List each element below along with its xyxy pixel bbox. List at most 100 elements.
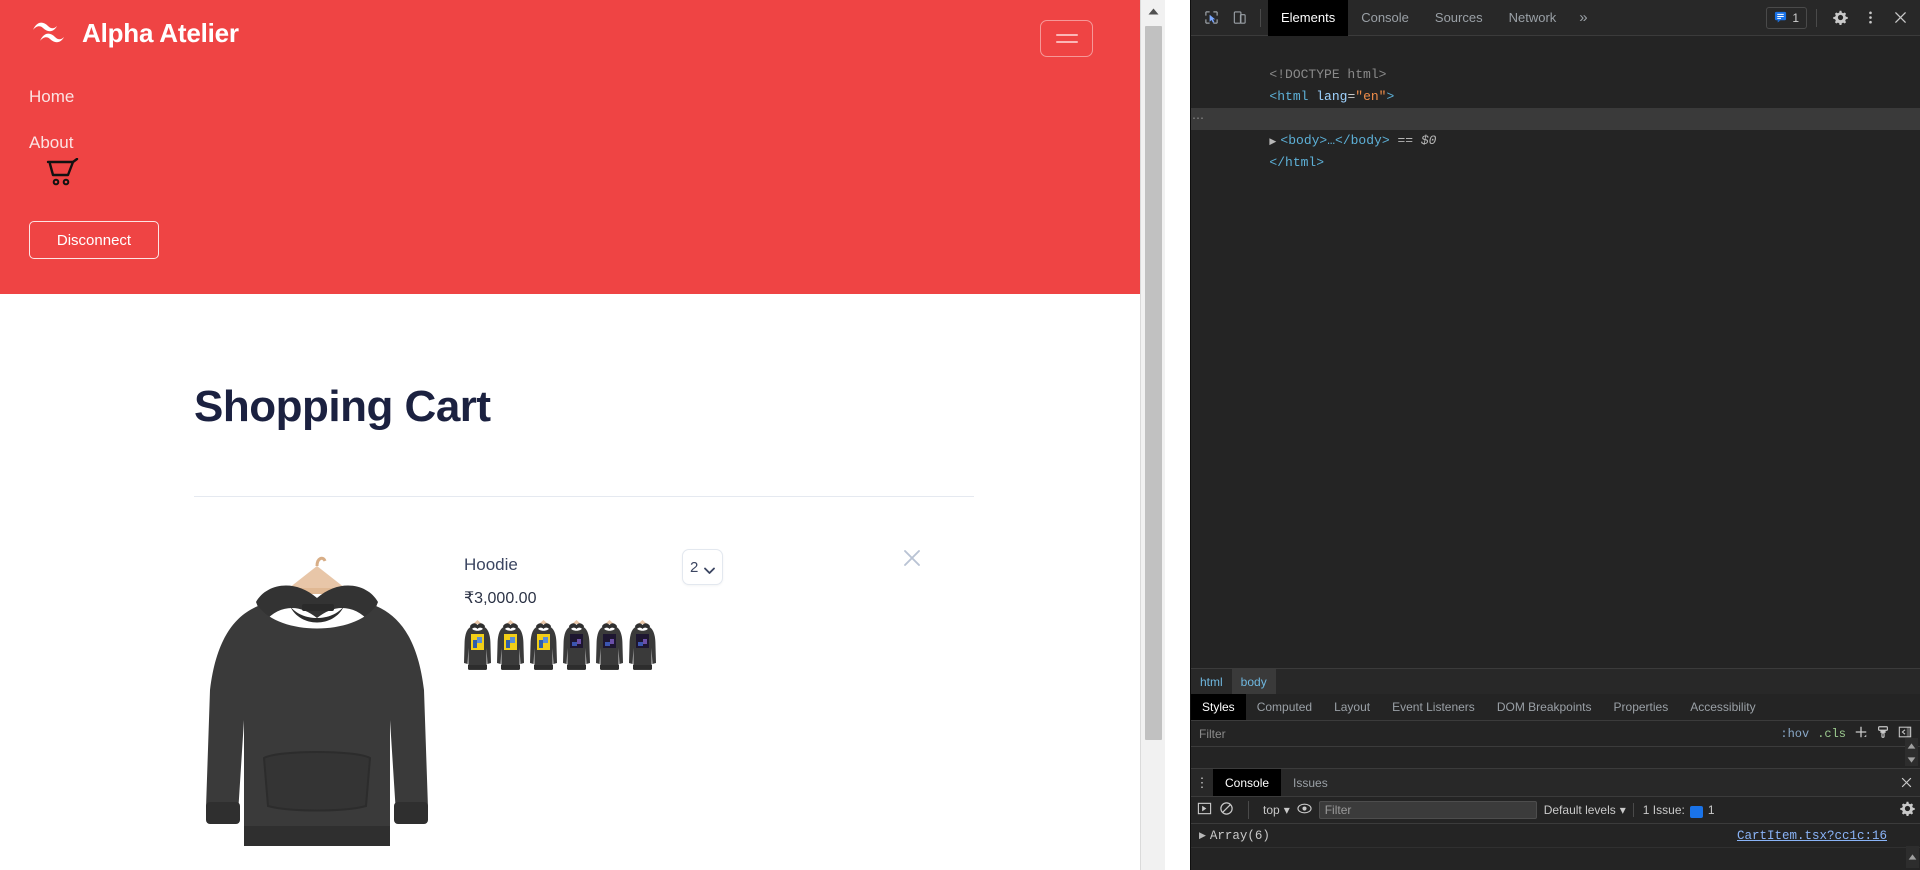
site-header: Alpha Atelier Home About Disconnect bbox=[0, 0, 1165, 294]
hov-toggle[interactable]: :hov bbox=[1780, 727, 1809, 741]
page-viewport: Alpha Atelier Home About Disconnect Shop… bbox=[0, 0, 1190, 870]
variant-thumbnail[interactable] bbox=[629, 618, 656, 673]
plus-icon[interactable] bbox=[1854, 725, 1868, 742]
styles-filter-input[interactable] bbox=[1199, 726, 1781, 741]
hamburger-line bbox=[1055, 41, 1078, 43]
devtools-panel: Elements Console Sources Network » 1 <!D… bbox=[1190, 0, 1920, 870]
styles-filter-row: :hov .cls bbox=[1191, 721, 1920, 747]
variant-thumbnails bbox=[464, 618, 656, 673]
more-tabs-button[interactable]: » bbox=[1569, 0, 1597, 36]
console-toolbar: top ▾ Default levels ▾ 1 Issue: bbox=[1191, 797, 1920, 824]
expand-triangle-icon[interactable]: ▶ bbox=[1199, 831, 1206, 841]
page-scrollbar[interactable] bbox=[1140, 0, 1165, 870]
variant-thumbnail[interactable] bbox=[530, 618, 557, 673]
styles-scrollbar[interactable] bbox=[1905, 738, 1918, 766]
toolbar-divider bbox=[1260, 8, 1261, 27]
variant-thumbnail[interactable] bbox=[497, 618, 524, 673]
tab-layout[interactable]: Layout bbox=[1323, 694, 1381, 720]
shopping-cart-icon[interactable] bbox=[46, 157, 80, 188]
console-message-source[interactable]: CartItem.tsx?cc1c:16 bbox=[1737, 829, 1887, 843]
breadcrumb: html body bbox=[1191, 668, 1920, 694]
tab-accessibility[interactable]: Accessibility bbox=[1679, 694, 1766, 720]
cart-item-price: ₹3,000.00 bbox=[464, 590, 537, 607]
console-message-text: Array(6) bbox=[1209, 828, 1270, 843]
quantity-select[interactable]: 1 2 3 4 5 bbox=[682, 549, 723, 585]
page-content: Alpha Atelier Home About Disconnect Shop… bbox=[0, 0, 1165, 870]
tab-console[interactable]: Console bbox=[1348, 0, 1422, 36]
live-expression-icon[interactable] bbox=[1297, 801, 1312, 819]
hamburger-menu-icon[interactable] bbox=[1040, 20, 1093, 57]
console-filter-input[interactable] bbox=[1318, 801, 1537, 819]
drawer-tab-console[interactable]: Console bbox=[1213, 769, 1282, 796]
main-nav: Home About bbox=[29, 74, 74, 166]
dom-tree[interactable]: <!DOCTYPE html> <html lang="en"> ▶<head>… bbox=[1191, 36, 1920, 668]
tab-dom-breakpoints[interactable]: DOM Breakpoints bbox=[1486, 694, 1603, 720]
product-image[interactable] bbox=[194, 544, 440, 870]
issue-message-icon bbox=[1774, 10, 1787, 26]
scroll-up-arrow-icon[interactable] bbox=[1907, 738, 1916, 752]
dom-line-html-open[interactable]: <html lang="en"> bbox=[1191, 64, 1920, 104]
dom-line-body[interactable]: ⋯ ▶ <body>…</body> == $0 bbox=[1191, 108, 1920, 148]
nav-link-home[interactable]: Home bbox=[29, 74, 74, 120]
styles-pane-tabs: Styles Computed Layout Event Listeners D… bbox=[1191, 694, 1920, 721]
dom-line-html-close[interactable]: </html> bbox=[1191, 130, 1920, 170]
hamburger-line bbox=[1055, 34, 1078, 36]
chevron-down-icon: ▾ bbox=[1283, 803, 1290, 817]
remove-item-button[interactable] bbox=[901, 547, 923, 569]
device-toolbar-icon[interactable] bbox=[1225, 4, 1253, 32]
toolbar-right-group: 1 bbox=[1766, 4, 1914, 32]
clear-console-icon[interactable] bbox=[1219, 801, 1234, 819]
drawer-tab-issues[interactable]: Issues bbox=[1281, 769, 1340, 796]
scroll-up-arrow-icon[interactable] bbox=[1141, 0, 1166, 22]
cart-item-info: Hoodie ₹3,000.00 bbox=[464, 553, 656, 673]
cls-toggle[interactable]: .cls bbox=[1817, 727, 1846, 741]
gear-icon[interactable] bbox=[1826, 4, 1854, 32]
console-divider bbox=[1248, 801, 1249, 819]
scrollbar-thumb[interactable] bbox=[1145, 26, 1162, 740]
tab-properties[interactable]: Properties bbox=[1603, 694, 1680, 720]
quantity-select-wrapper: 1 2 3 4 5 bbox=[682, 549, 723, 585]
console-message[interactable]: ▶ Array(6) CartItem.tsx?cc1c:16 bbox=[1191, 824, 1920, 848]
console-levels-select[interactable]: Default levels ▾ bbox=[1544, 803, 1626, 817]
tab-computed[interactable]: Computed bbox=[1246, 694, 1323, 720]
close-drawer-icon[interactable] bbox=[1891, 769, 1920, 796]
console-drawer: ⋮ Console Issues top ▾ Filter Default le… bbox=[1191, 768, 1920, 870]
more-options-icon[interactable] bbox=[1856, 4, 1884, 32]
tab-styles[interactable]: Styles bbox=[1191, 694, 1246, 720]
variant-thumbnail[interactable] bbox=[596, 618, 623, 673]
console-context-select[interactable]: top ▾ bbox=[1263, 803, 1290, 817]
tab-sources[interactable]: Sources bbox=[1422, 0, 1496, 36]
cart-item-name: Hoodie bbox=[464, 555, 518, 574]
breadcrumb-html[interactable]: html bbox=[1191, 669, 1232, 694]
paintbrush-icon[interactable] bbox=[1876, 725, 1890, 742]
breadcrumb-body[interactable]: body bbox=[1231, 669, 1276, 694]
close-devtools-icon[interactable] bbox=[1886, 4, 1914, 32]
disconnect-button[interactable]: Disconnect bbox=[29, 221, 159, 259]
console-settings-gear-icon[interactable] bbox=[1900, 801, 1915, 819]
dom-line-doctype[interactable]: <!DOCTYPE html> bbox=[1191, 42, 1920, 82]
tab-event-listeners[interactable]: Event Listeners bbox=[1381, 694, 1486, 720]
scroll-down-arrow-icon[interactable] bbox=[1907, 752, 1916, 766]
console-scroll-up-arrow-icon[interactable] bbox=[1906, 846, 1919, 868]
dom-line-head[interactable]: ▶<head>…</head> bbox=[1191, 86, 1920, 126]
cart-divider bbox=[194, 496, 974, 497]
dom-node-menu-icon[interactable]: ⋯ bbox=[1191, 108, 1205, 130]
issues-badge[interactable]: 1 bbox=[1766, 6, 1807, 29]
issue-message-icon bbox=[1689, 806, 1703, 818]
console-issues-link[interactable]: 1 Issue: 1 bbox=[1632, 803, 1715, 818]
inspect-element-icon[interactable] bbox=[1197, 4, 1225, 32]
page-title: Shopping Cart bbox=[194, 382, 491, 431]
console-context-value: top bbox=[1263, 803, 1280, 817]
drawer-tabs: ⋮ Console Issues bbox=[1191, 769, 1920, 797]
drawer-more-options-icon[interactable]: ⋮ bbox=[1191, 769, 1213, 796]
variant-thumbnail[interactable] bbox=[563, 618, 590, 673]
brand[interactable]: Alpha Atelier bbox=[29, 18, 239, 49]
wave-logo-icon bbox=[29, 19, 69, 49]
variant-thumbnail[interactable] bbox=[464, 618, 491, 673]
styles-tools: :hov .cls bbox=[1780, 725, 1920, 742]
console-issues-count: 1 bbox=[1707, 803, 1715, 817]
execute-icon[interactable] bbox=[1197, 801, 1212, 819]
tab-network[interactable]: Network bbox=[1496, 0, 1570, 36]
issue-count: 1 bbox=[1792, 10, 1799, 25]
tab-elements[interactable]: Elements bbox=[1268, 0, 1349, 36]
